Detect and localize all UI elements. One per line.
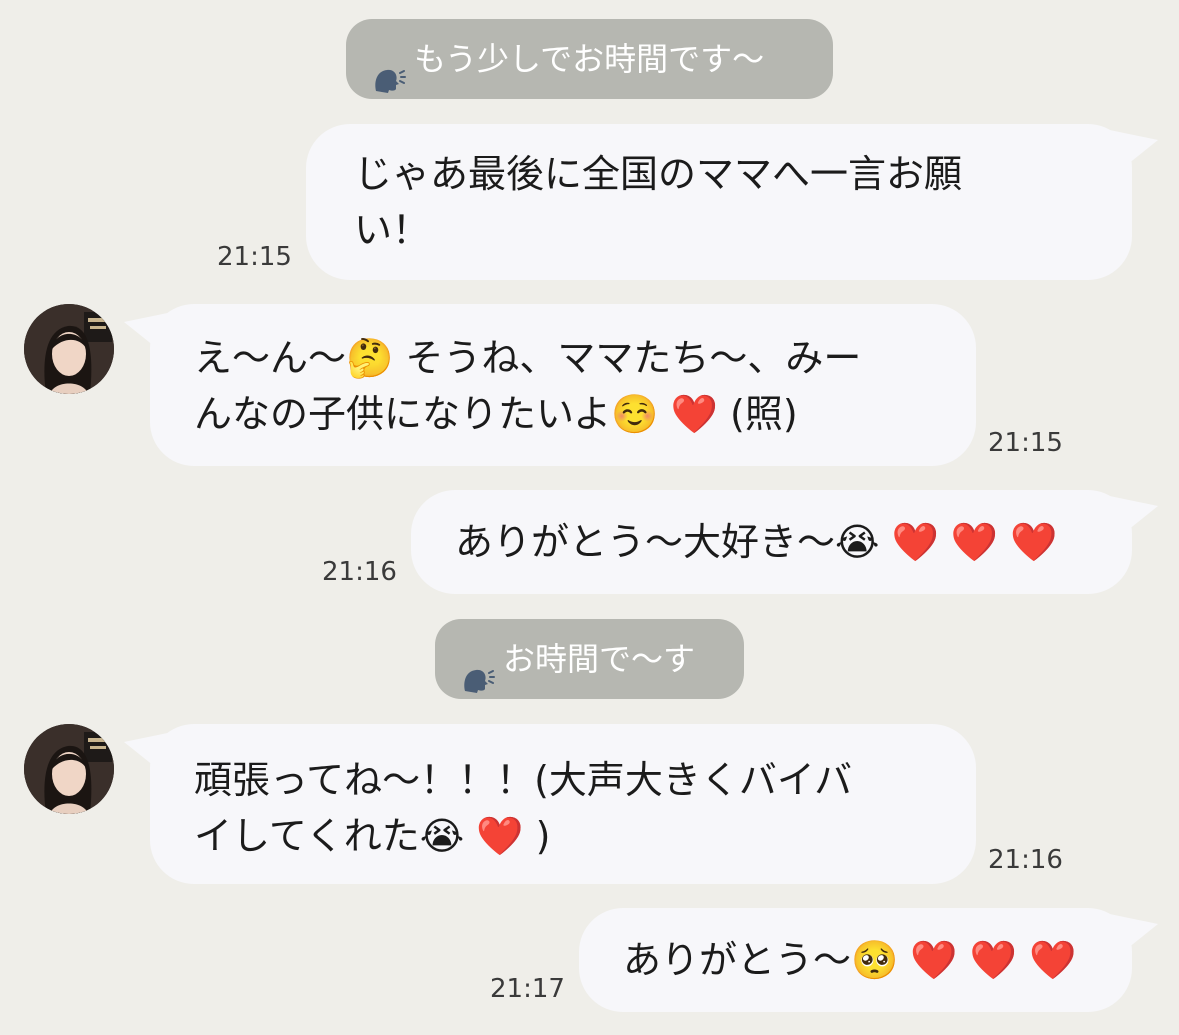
- chat-message-incoming[interactable]: 頑張ってね〜！！！(大声大きくバイバ イしてくれた😭 ❤️ ): [150, 724, 976, 884]
- chat-message-incoming[interactable]: え〜ん〜🤔 そうね、ママたち〜、みー んなの子供になりたいよ☺️ ❤️ (照): [150, 304, 976, 466]
- avatar[interactable]: [24, 724, 114, 814]
- chat-message-outgoing[interactable]: ありがとう〜🥺 ❤️ ❤️ ❤️: [579, 908, 1132, 1012]
- bubble-tail: [1100, 494, 1158, 538]
- message-timestamp: 21:15: [217, 242, 292, 272]
- speaking-head-icon: [461, 644, 495, 693]
- system-notice-text: お時間で〜す: [503, 640, 696, 678]
- system-notice-text: もう少しでお時間です〜: [414, 40, 765, 78]
- message-timestamp: 21:16: [322, 557, 397, 587]
- message-text: い！: [354, 208, 431, 252]
- message-text: ありがとう〜大好き〜😭 ❤️ ❤️ ❤️: [455, 520, 1058, 564]
- bubble-tail: [1100, 128, 1158, 172]
- message-text: じゃあ最後に全国のママへ一言お願: [354, 152, 963, 196]
- message-text: え〜ん〜🤔 そうね、ママたち〜、みー: [194, 336, 862, 380]
- avatar[interactable]: [24, 304, 114, 394]
- system-notice: もう少しでお時間です〜: [346, 19, 833, 99]
- chat-message-outgoing[interactable]: じゃあ最後に全国のママへ一言お願 い！: [306, 124, 1132, 280]
- system-notice: お時間で〜す: [435, 619, 744, 699]
- bubble-tail: [1100, 912, 1158, 956]
- speaking-head-icon: [372, 44, 406, 93]
- message-text: ありがとう〜🥺 ❤️ ❤️ ❤️: [623, 938, 1077, 982]
- message-text: んなの子供になりたいよ☺️ ❤️ (照): [194, 392, 798, 436]
- message-timestamp: 21:16: [988, 845, 1063, 875]
- message-text: イしてくれた😭 ❤️ ): [194, 814, 551, 858]
- message-text: 頑張ってね〜！！！(大声大きくバイバ: [194, 758, 853, 802]
- message-timestamp: 21:17: [490, 974, 565, 1004]
- message-timestamp: 21:15: [988, 428, 1063, 458]
- chat-message-outgoing[interactable]: ありがとう〜大好き〜😭 ❤️ ❤️ ❤️: [411, 490, 1132, 594]
